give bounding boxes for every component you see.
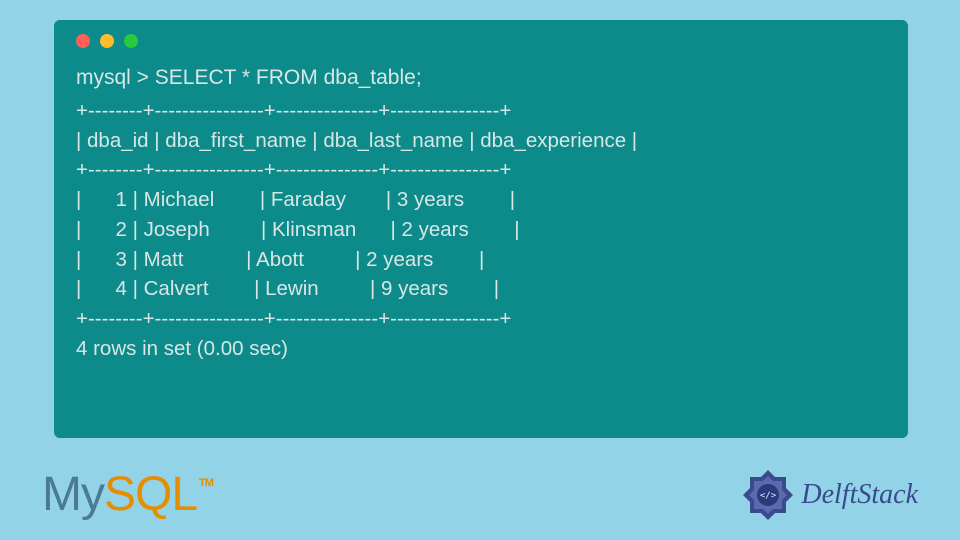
mysql-logo-tm: TM: [199, 477, 213, 489]
minimize-icon[interactable]: [100, 34, 114, 48]
delftstack-logo: </> DelftStack: [741, 468, 918, 522]
delftstack-icon: </>: [741, 468, 795, 522]
mysql-logo: MySQLTM: [42, 467, 213, 522]
window-controls: [76, 34, 886, 48]
svg-text:</>: </>: [760, 491, 777, 501]
table-row: | 3 | Matt | Abott | 2 years |: [76, 248, 484, 271]
maximize-icon[interactable]: [124, 34, 138, 48]
table-row: | 4 | Calvert | Lewin | 9 years |: [76, 277, 499, 300]
mysql-logo-my: My: [42, 467, 104, 522]
table-border-bottom: +--------+----------------+-------------…: [76, 307, 511, 330]
terminal-window: mysql > SELECT * FROM dba_table; +------…: [54, 20, 908, 438]
result-table: +--------+----------------+-------------…: [76, 96, 886, 363]
table-border-mid: +--------+----------------+-------------…: [76, 158, 511, 181]
table-row: | 2 | Joseph | Klinsman | 2 years |: [76, 218, 520, 241]
table-header: | dba_id | dba_first_name | dba_last_nam…: [76, 129, 637, 152]
table-border-top: +--------+----------------+-------------…: [76, 99, 511, 122]
table-row: | 1 | Michael | Faraday | 3 years |: [76, 188, 515, 211]
close-icon[interactable]: [76, 34, 90, 48]
delftstack-text: DelftStack: [801, 479, 918, 511]
result-footer: 4 rows in set (0.00 sec): [76, 337, 288, 360]
mysql-logo-sql: SQL: [104, 467, 197, 522]
footer-logos: MySQLTM </> DelftStack: [42, 467, 918, 522]
sql-prompt: mysql > SELECT * FROM dba_table;: [76, 66, 886, 90]
